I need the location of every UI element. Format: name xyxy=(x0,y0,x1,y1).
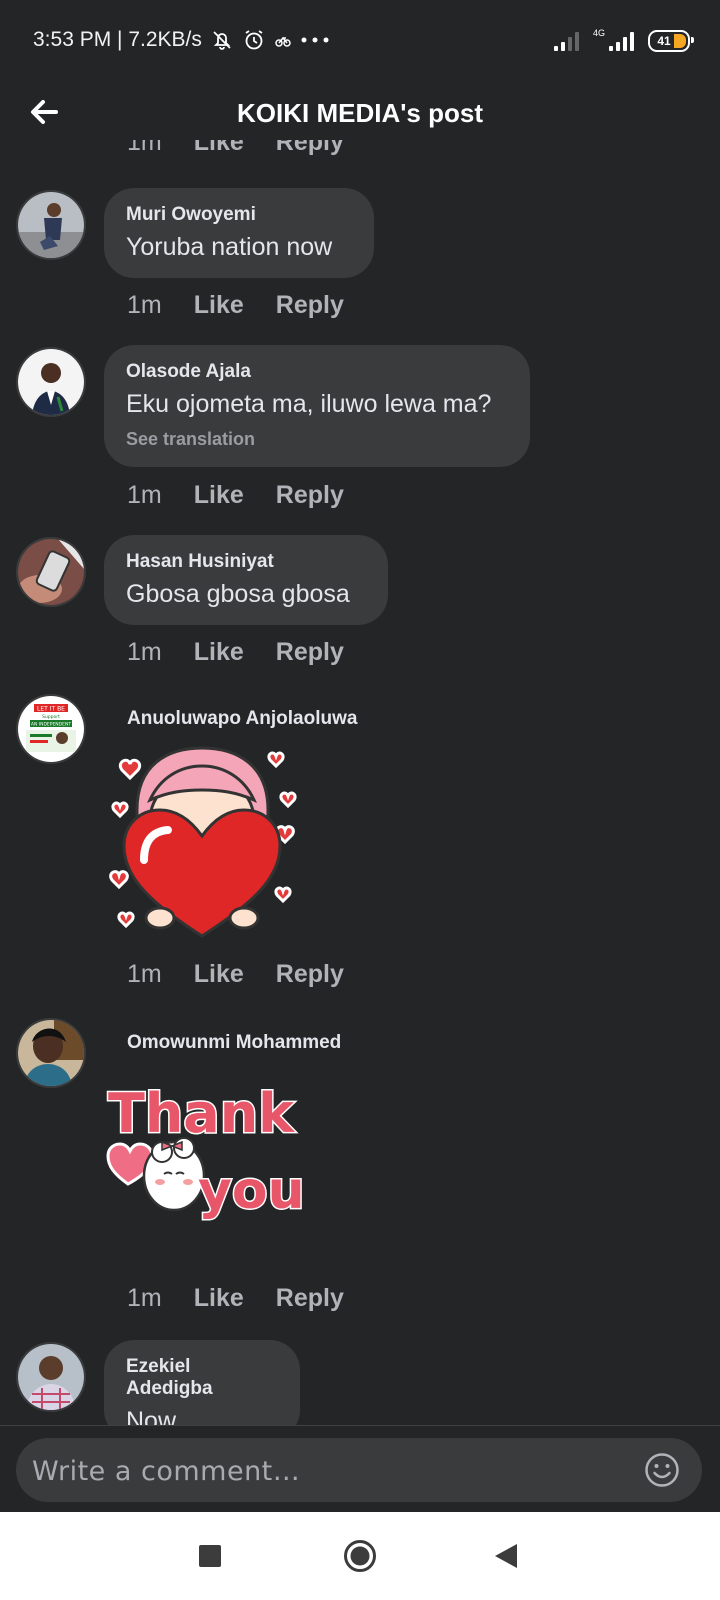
reply-button[interactable]: Reply xyxy=(276,638,344,667)
like-button[interactable]: Like xyxy=(194,140,244,157)
comment-composer xyxy=(16,1438,702,1504)
sticker-text-you: you xyxy=(198,1161,304,1221)
reply-button[interactable]: Reply xyxy=(276,140,344,157)
avatar[interactable] xyxy=(16,347,86,417)
bell-off-icon xyxy=(213,31,231,50)
comment-actions: 1m Like Reply xyxy=(127,638,344,667)
page-title: KOIKI MEDIA's post xyxy=(237,98,483,128)
comment-actions: 1m Like Reply xyxy=(127,1284,344,1313)
like-button[interactable]: Like xyxy=(194,960,244,989)
circle-nav-icon xyxy=(344,1540,376,1572)
see-translation-link[interactable]: See translation xyxy=(126,429,508,450)
thank-you-sticker[interactable]: Thank you xyxy=(104,1076,304,1236)
comment-author[interactable]: Ezekiel Adedigba xyxy=(126,1356,278,1400)
comment-actions: 1m Like Reply xyxy=(127,960,344,989)
status-right: 4G 41 xyxy=(553,28,694,52)
status-left: 3:53 PM | 7.2KB/s xyxy=(33,28,330,52)
avatar-text: Support xyxy=(42,714,60,720)
composer-divider xyxy=(0,1425,720,1426)
comment-text: Yoruba nation now xyxy=(126,233,333,261)
avatar[interactable] xyxy=(16,1018,86,1088)
comment-text: Now xyxy=(126,1407,177,1425)
comment-author[interactable]: Anuoluwapo Anjolaoluwa xyxy=(127,708,357,730)
like-button[interactable]: Like xyxy=(194,291,244,320)
comment-actions: 1m Like Reply xyxy=(127,291,344,320)
reply-button[interactable]: Reply xyxy=(276,1284,344,1313)
status-bar: 3:53 PM | 7.2KB/s 4G 41 xyxy=(0,0,720,86)
reply-button[interactable]: Reply xyxy=(276,960,344,989)
comment-bubble[interactable]: Olasode Ajala Eku ojometa ma, iluwo lewa… xyxy=(104,345,530,467)
battery-icon: 41 xyxy=(648,30,694,52)
battery-level: 41 xyxy=(657,34,671,48)
like-button[interactable]: Like xyxy=(194,638,244,667)
system-nav-bar xyxy=(0,1512,720,1600)
reply-button[interactable]: Reply xyxy=(276,481,344,510)
avatar[interactable]: LET IT BE Support AN INDEPENDENT xyxy=(16,694,86,764)
bike-icon xyxy=(275,36,291,47)
signal-1-icon xyxy=(553,31,579,51)
partial-actions-row: 1m Like Reply xyxy=(127,140,344,157)
avatar-text: AN INDEPENDENT xyxy=(31,722,71,728)
comment-author[interactable]: Muri Owoyemi xyxy=(126,204,352,226)
comment-time: 1m xyxy=(127,1284,162,1312)
avatar[interactable] xyxy=(16,537,86,607)
comment-bubble[interactable]: Hasan Husiniyat Gbosa gbosa gbosa xyxy=(104,535,388,625)
back-button[interactable] xyxy=(466,1512,546,1600)
smiley-icon[interactable] xyxy=(644,1452,680,1488)
status-time-speed: 3:53 PM | 7.2KB/s xyxy=(33,28,202,51)
alarm-icon xyxy=(245,30,263,50)
comment-author[interactable]: Hasan Husiniyat xyxy=(126,551,366,573)
comment-bubble[interactable]: Muri Owoyemi Yoruba nation now xyxy=(104,188,374,278)
comment-time: 1m xyxy=(127,291,162,319)
comment-text: Gbosa gbosa gbosa xyxy=(126,580,350,608)
comment-time: 1m xyxy=(127,960,162,988)
avatar-text: LET IT BE xyxy=(37,706,65,713)
comment-actions: 1m Like Reply xyxy=(127,481,344,510)
like-button[interactable]: Like xyxy=(194,481,244,510)
comments-feed[interactable]: 1m Like Reply Muri Owoyemi Yoruba nation… xyxy=(0,140,720,1425)
comment-author[interactable]: Omowunmi Mohammed xyxy=(127,1032,341,1054)
comment-time: 1m xyxy=(127,481,162,509)
comment-text: Eku ojometa ma, iluwo lewa ma? xyxy=(126,390,492,418)
heart-girl-sticker[interactable] xyxy=(102,740,304,940)
reply-button[interactable]: Reply xyxy=(276,291,344,320)
sticker-text-thank: Thank xyxy=(108,1082,295,1145)
comment-input[interactable] xyxy=(30,1438,624,1504)
more-dots-icon xyxy=(301,37,329,43)
triangle-back-icon xyxy=(495,1544,517,1568)
square-nav-icon xyxy=(199,1545,221,1567)
comment-time: 1m xyxy=(127,140,162,156)
comment-time: 1m xyxy=(127,638,162,666)
avatar[interactable] xyxy=(16,190,86,260)
network-type: 4G xyxy=(592,28,605,38)
home-button[interactable] xyxy=(320,1512,400,1600)
comment-bubble[interactable]: Ezekiel Adedigba Now xyxy=(104,1340,300,1425)
recent-apps-button[interactable] xyxy=(170,1512,250,1600)
signal-2-icon xyxy=(609,31,634,51)
like-button[interactable]: Like xyxy=(194,1284,244,1313)
avatar[interactable] xyxy=(16,1342,86,1412)
comment-author[interactable]: Olasode Ajala xyxy=(126,361,508,383)
